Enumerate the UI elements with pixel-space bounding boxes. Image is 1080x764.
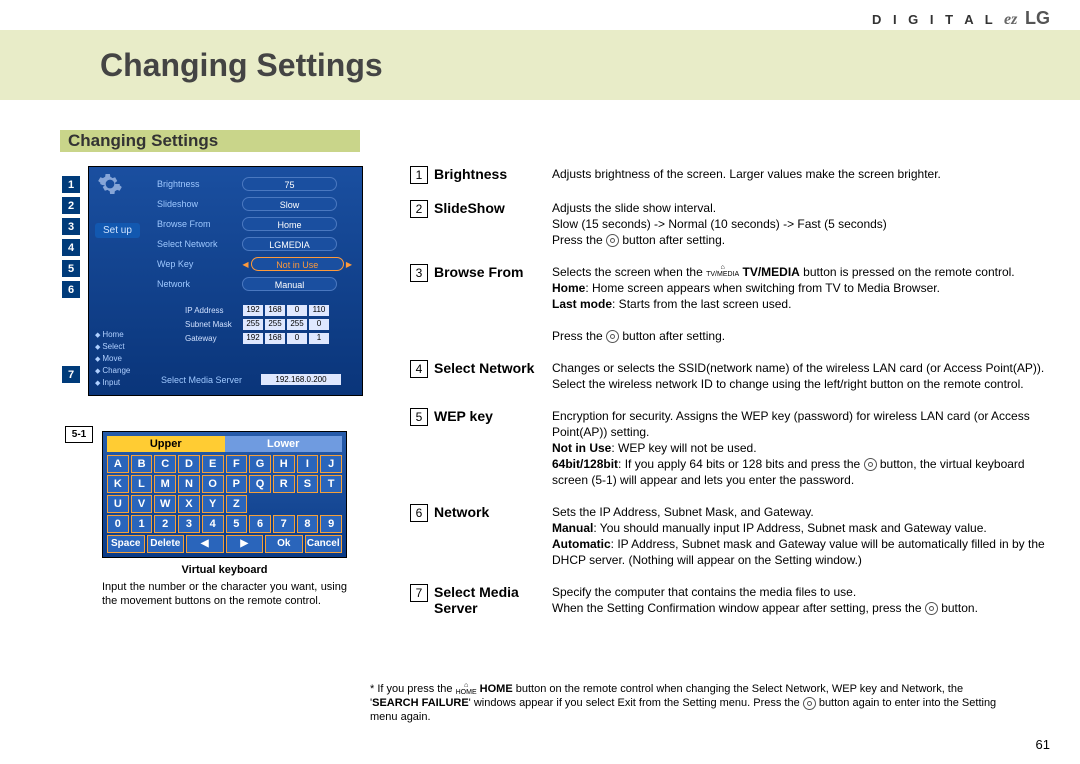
item-title: Select MediaServer <box>434 584 552 616</box>
vkb-key[interactable]: 5 <box>226 515 248 533</box>
vkb-description: Input the number or the character you wa… <box>102 580 347 608</box>
vkb-key[interactable]: V <box>131 495 153 513</box>
vkb-key-cancel[interactable]: Cancel <box>305 535 343 553</box>
vkb-key[interactable]: W <box>154 495 176 513</box>
vkb-key[interactable]: Y <box>202 495 224 513</box>
item-desc: Specify the computer that contains the m… <box>552 584 1050 616</box>
vkb-key[interactable]: L <box>131 475 153 493</box>
setup-footer-hints: Home Select Move Change Input <box>95 329 130 389</box>
vkb-key[interactable]: H <box>273 455 295 473</box>
vkb-key[interactable]: K <box>107 475 129 493</box>
vkb-key-space[interactable]: Space <box>107 535 145 553</box>
ok-icon <box>606 330 619 343</box>
vkb-key[interactable]: 8 <box>297 515 319 533</box>
settings-descriptions: 1 BrightnessAdjusts brightness of the scr… <box>410 166 1050 632</box>
ok-icon <box>606 234 619 247</box>
vkb-key[interactable]: I <box>297 455 319 473</box>
vkb-key[interactable]: 6 <box>249 515 271 533</box>
callout-5: 5 <box>62 260 80 277</box>
ok-icon <box>925 602 938 615</box>
vkb-key[interactable]: T <box>320 475 342 493</box>
vkb-tab-upper[interactable]: Upper <box>107 436 225 452</box>
vkb-key[interactable]: J <box>320 455 342 473</box>
vkb-key[interactable]: F <box>226 455 248 473</box>
vkb-key[interactable]: N <box>178 475 200 493</box>
vkb-key[interactable]: 3 <box>178 515 200 533</box>
callout-4: 4 <box>62 239 80 256</box>
callout-1: 1 <box>62 176 80 193</box>
callout-2: 2 <box>62 197 80 214</box>
virtual-keyboard: Upper Lower ABCDEFGHIJ KLMNOPQRST UVWXYZ… <box>102 431 347 558</box>
callout-numbers: 1 2 3 4 5 6 <box>62 176 80 301</box>
banner-title: Changing Settings <box>0 47 383 84</box>
vkb-tab-lower[interactable]: Lower <box>225 436 343 452</box>
vkb-key[interactable]: E <box>202 455 224 473</box>
item-number: 3 <box>410 264 428 282</box>
vkb-key[interactable]: M <box>154 475 176 493</box>
item-number: 6 <box>410 504 428 522</box>
item-title: Select Network <box>434 360 552 392</box>
vkb-key[interactable]: C <box>154 455 176 473</box>
ok-icon <box>864 458 877 471</box>
item-desc: Adjusts the slide show interval.Slow (15… <box>552 200 1050 248</box>
item-title: Brightness <box>434 166 552 184</box>
vkb-caption: Virtual keyboard <box>102 564 347 576</box>
vkb-key[interactable]: G <box>249 455 271 473</box>
vkb-key-◀[interactable]: ◀ <box>186 535 224 553</box>
vkb-key[interactable]: 0 <box>107 515 129 533</box>
vkb-key-ok[interactable]: Ok <box>265 535 303 553</box>
vkb-key[interactable]: 7 <box>273 515 295 533</box>
vkb-key[interactable]: X <box>178 495 200 513</box>
callout-7: 7 <box>62 366 80 383</box>
setup-sidebar-item: Set up <box>95 223 140 238</box>
item-desc: Changes or selects the SSID(network name… <box>552 360 1050 392</box>
item-number: 1 <box>410 166 428 184</box>
item-number: 2 <box>410 200 428 218</box>
page-banner: Changing Settings <box>0 30 1080 100</box>
setup-screenshot: Set up Home Select Move Change Input Bri… <box>88 166 363 396</box>
vkb-key[interactable]: S <box>297 475 319 493</box>
item-title: Browse From <box>434 264 552 344</box>
item-number: 4 <box>410 360 428 378</box>
item-title: SlideShow <box>434 200 552 248</box>
vkb-key-delete[interactable]: Delete <box>147 535 185 553</box>
section-title: Changing Settings <box>68 131 218 151</box>
callout-6: 6 <box>62 281 80 298</box>
section-header: Changing Settings <box>60 130 360 152</box>
item-desc: Sets the IP Address, Subnet Mask, and Ga… <box>552 504 1050 568</box>
vkb-key[interactable]: D <box>178 455 200 473</box>
gear-icon <box>97 171 123 197</box>
vkb-key[interactable]: 4 <box>202 515 224 533</box>
vkb-key[interactable]: P <box>226 475 248 493</box>
item-number: 5 <box>410 408 428 426</box>
vkb-key[interactable]: U <box>107 495 129 513</box>
item-title: WEP key <box>434 408 552 488</box>
vkb-key[interactable]: 1 <box>131 515 153 533</box>
callout-3: 3 <box>62 218 80 235</box>
vkb-key[interactable]: B <box>131 455 153 473</box>
vkb-key-▶[interactable]: ▶ <box>226 535 264 553</box>
ok-icon <box>803 697 816 710</box>
vkb-key[interactable]: O <box>202 475 224 493</box>
vkb-key[interactable]: A <box>107 455 129 473</box>
page-number: 61 <box>1036 737 1050 752</box>
callout-5-1: 5-1 <box>65 426 93 443</box>
vkb-key[interactable]: R <box>273 475 295 493</box>
item-desc: Adjusts brightness of the screen. Larger… <box>552 166 1050 184</box>
vkb-key[interactable]: 9 <box>320 515 342 533</box>
brand-logo: D I G I T A L ez LG <box>872 8 1050 29</box>
item-title: Network <box>434 504 552 568</box>
footnote: * If you press the ⌂HOME HOME button on … <box>370 682 1010 724</box>
item-desc: Encryption for security. Assigns the WEP… <box>552 408 1050 488</box>
vkb-key[interactable]: Q <box>249 475 271 493</box>
item-number: 7 <box>410 584 428 602</box>
vkb-key[interactable]: 2 <box>154 515 176 533</box>
item-desc: Selects the screen when the ⌂TV/MEDIA TV… <box>552 264 1050 344</box>
vkb-key[interactable]: Z <box>226 495 248 513</box>
